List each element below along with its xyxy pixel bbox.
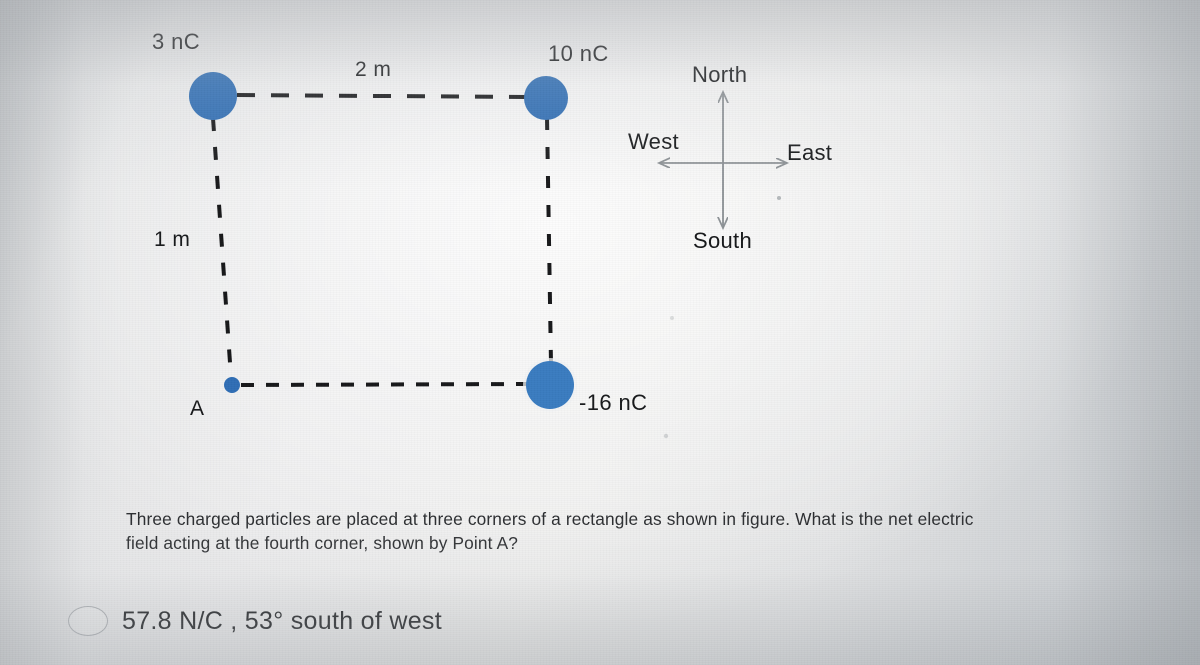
compass-label-west: West <box>628 129 679 154</box>
point-label-a: A <box>190 397 205 420</box>
question-line-1: Three charged particles are placed at th… <box>126 509 974 529</box>
compass-label-south: South <box>693 228 752 253</box>
charge-label-3nc: 3 nC <box>152 29 201 54</box>
problem-page: 3 nC 10 nC -16 nC 2 m 1 m A North West E… <box>0 0 1200 665</box>
edge-left <box>211 117 233 378</box>
point-a-dot <box>224 377 240 393</box>
charge-halo-16nc <box>523 358 577 412</box>
dimension-label-height: 1 m <box>154 228 191 251</box>
edge-right <box>545 117 553 365</box>
glare-overlay-left <box>0 0 120 665</box>
charge-label-16nc: -16 nC <box>579 390 648 415</box>
edge-top <box>236 93 528 99</box>
edge-bottom <box>240 382 528 387</box>
answer-option-label[interactable]: 57.8 N/C , 53° south of west <box>122 607 442 636</box>
photo-speck <box>777 196 781 200</box>
question-prompt: Three charged particles are placed at th… <box>126 507 1076 555</box>
answer-option-radio[interactable] <box>68 606 108 636</box>
compass-label-east: East <box>787 140 833 165</box>
question-line-2: field acting at the fourth corner, shown… <box>126 533 519 553</box>
photo-speck <box>663 433 669 439</box>
charge-circle-10nc <box>524 76 568 120</box>
charge-label-10nc: 10 nC <box>548 41 609 66</box>
photo-grain-overlay <box>0 0 1200 665</box>
photo-speck <box>670 316 674 320</box>
glare-overlay-right <box>950 0 1200 665</box>
figure-diagram <box>189 72 1200 439</box>
charge-circle-16nc <box>526 361 574 409</box>
answer-option-row[interactable]: 57.8 N/C , 53° south of west <box>68 606 442 636</box>
compass-label-north: North <box>692 62 748 87</box>
charge-circle-3nc <box>189 72 237 120</box>
dimension-label-width: 2 m <box>355 58 392 81</box>
